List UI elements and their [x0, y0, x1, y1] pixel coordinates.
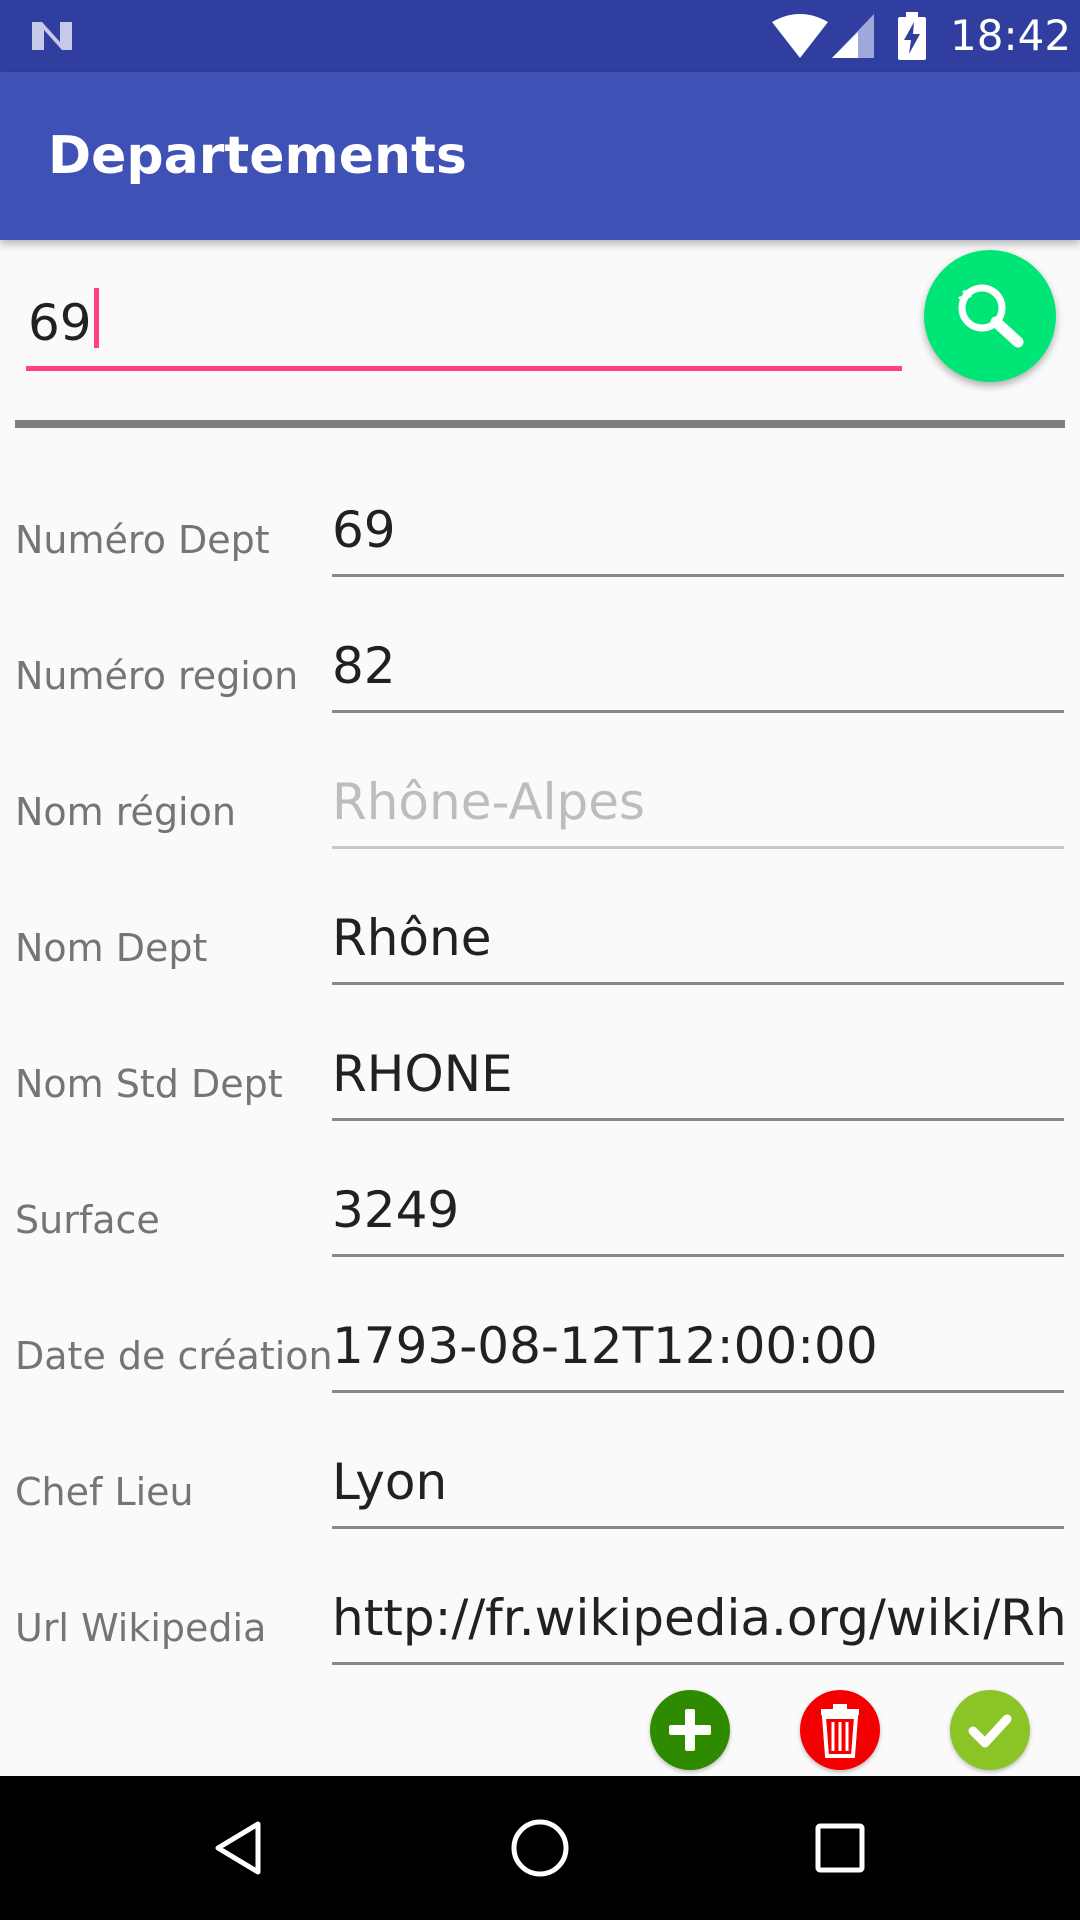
search-icon	[958, 284, 1024, 348]
confirm-button[interactable]	[950, 1690, 1030, 1770]
form-row-url-wikipedia: Url Wikipedia http://fr.wikipedia.org/wi…	[0, 1568, 1080, 1704]
field-value: RHONE	[332, 1045, 513, 1103]
nom-dept-field[interactable]: Rhône	[332, 898, 1064, 985]
nom-std-dept-field[interactable]: RHONE	[332, 1034, 1064, 1121]
field-value: 3249	[332, 1181, 460, 1239]
check-icon	[968, 1714, 1012, 1748]
field-label: Url Wikipedia	[15, 1606, 267, 1650]
form-row-nom-dept: Nom Dept Rhône	[0, 888, 1080, 1024]
plus-icon	[669, 1709, 711, 1751]
home-button[interactable]	[500, 1808, 580, 1888]
app-screen: 18:42 Departements 69 Numéro Dept 69 Num…	[0, 0, 1080, 1920]
form-row-numero-dept: Numéro Dept 69	[0, 480, 1080, 616]
wifi-icon	[772, 14, 828, 58]
surface-field[interactable]: 3249	[332, 1170, 1064, 1257]
numero-region-field[interactable]: 82	[332, 626, 1064, 713]
search-input[interactable]: 69	[26, 280, 902, 371]
text-cursor	[93, 288, 99, 348]
search-button[interactable]	[924, 250, 1056, 382]
form-row-nom-region: Nom région Rhône-Alpes	[0, 752, 1080, 888]
back-icon	[215, 1821, 261, 1875]
nom-region-field: Rhône-Alpes	[332, 762, 1064, 849]
field-value: 1793-08-12T12:00:00	[332, 1317, 878, 1375]
field-label: Nom Dept	[15, 926, 208, 970]
field-label: Chef Lieu	[15, 1470, 194, 1514]
search-input-value: 69	[28, 288, 99, 358]
field-value: 69	[332, 501, 396, 559]
home-icon	[511, 1819, 569, 1877]
field-label: Numéro region	[15, 654, 299, 698]
field-label: Numéro Dept	[15, 518, 270, 562]
field-value: Rhône-Alpes	[332, 773, 646, 831]
form-row-numero-region: Numéro region 82	[0, 616, 1080, 752]
date-creation-field[interactable]: 1793-08-12T12:00:00	[332, 1306, 1064, 1393]
form-row-surface: Surface 3249	[0, 1160, 1080, 1296]
form-row-chef-lieu: Chef Lieu Lyon	[0, 1432, 1080, 1568]
field-label: Nom Std Dept	[15, 1062, 283, 1106]
recents-icon	[815, 1823, 865, 1873]
back-button[interactable]	[200, 1808, 280, 1888]
form-row-date-creation: Date de création 1793-08-12T12:00:00	[0, 1296, 1080, 1432]
chef-lieu-field[interactable]: Lyon	[332, 1442, 1064, 1529]
field-label: Surface	[15, 1198, 160, 1242]
form-row-nom-std-dept: Nom Std Dept RHONE	[0, 1024, 1080, 1160]
field-label: Nom région	[15, 790, 236, 834]
field-label: Date de création	[15, 1334, 333, 1378]
notification-n-icon	[32, 22, 72, 50]
signal-icon	[832, 14, 874, 58]
recents-button[interactable]	[800, 1808, 880, 1888]
delete-button[interactable]	[800, 1690, 880, 1770]
trash-icon	[821, 1704, 859, 1758]
url-wikipedia-field[interactable]: http://fr.wikipedia.org/wiki/Rh%	[332, 1578, 1064, 1665]
field-value: Rhône	[332, 909, 492, 967]
section-divider	[15, 420, 1065, 428]
field-value: http://fr.wikipedia.org/wiki/Rh%	[332, 1589, 1064, 1647]
status-bar: 18:42	[0, 0, 1080, 72]
app-title: Departements	[48, 126, 467, 186]
add-button[interactable]	[650, 1690, 730, 1770]
navigation-bar	[0, 1776, 1080, 1920]
status-time: 18:42	[950, 11, 1072, 60]
field-value: Lyon	[332, 1453, 448, 1511]
battery-charging-icon	[898, 12, 926, 60]
numero-dept-field[interactable]: 69	[332, 490, 1064, 577]
field-value: 82	[332, 637, 396, 695]
app-bar: Departements	[0, 72, 1080, 240]
